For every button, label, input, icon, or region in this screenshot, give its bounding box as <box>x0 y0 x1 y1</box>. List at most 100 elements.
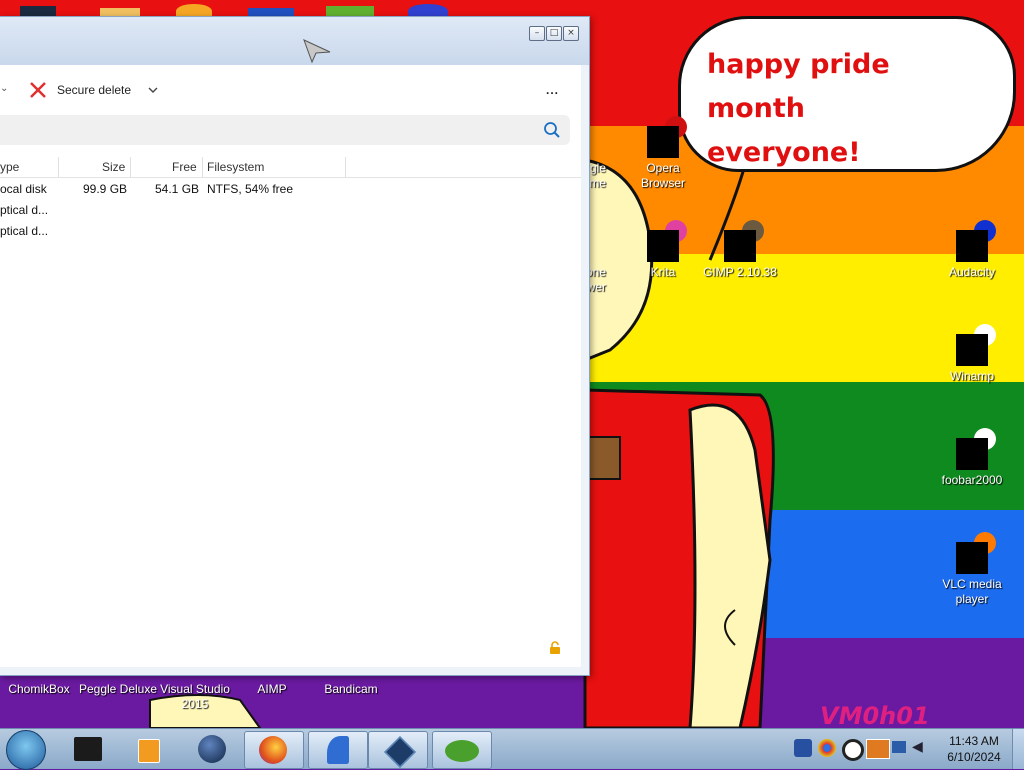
mouse-cursor <box>303 39 331 64</box>
desktop-icon-visual-studio[interactable]: Visual Studio 2015 <box>156 682 234 712</box>
tray-icon-5[interactable] <box>892 741 906 753</box>
table-row[interactable]: ptical d... <box>0 221 581 241</box>
column-header-type[interactable]: ype <box>0 160 19 174</box>
show-desktop-button[interactable] <box>1012 729 1024 769</box>
visual-studio-label-2: 2015 <box>181 697 209 711</box>
foobar2000-icon <box>956 428 996 470</box>
watermark: VM0h01 <box>820 702 930 730</box>
winamp-label: Winamp <box>949 369 994 383</box>
volume-icon[interactable]: ◀ <box>912 739 928 755</box>
secure-delete-dropdown[interactable] <box>147 79 159 101</box>
tray-icon-2[interactable] <box>818 739 836 757</box>
column-header: ype Size Free Filesystem <box>0 157 581 178</box>
desktop-icon-peggle-deluxe[interactable]: Peggle Deluxe <box>76 682 160 697</box>
desktop-icon-vlc[interactable]: VLC media player <box>937 532 1007 607</box>
desktop-icon-foobar2000[interactable]: foobar2000 <box>937 428 1007 488</box>
globe-icon <box>198 735 226 763</box>
speech-bubble-text: happy pride month everyone! <box>707 43 997 175</box>
chevron-down-icon <box>148 87 158 93</box>
taskbar-globe[interactable] <box>184 731 242 767</box>
row-size: 99.9 GB <box>83 182 128 196</box>
audacity-label: Audacity <box>948 265 996 279</box>
vlc-icon <box>956 532 996 574</box>
firefox-icon <box>259 736 287 764</box>
peggle-icon <box>445 740 479 762</box>
column-header-size[interactable]: Size <box>102 160 125 174</box>
gimp-label: GIMP 2.10.38 <box>703 265 777 279</box>
desktop-icon-winamp[interactable]: Winamp <box>937 324 1007 384</box>
red-x-icon <box>30 82 46 98</box>
taskbar-chomikbox[interactable] <box>58 731 116 767</box>
audacity-icon <box>956 220 996 262</box>
media-player-icon <box>138 739 160 763</box>
tray-icon-3[interactable] <box>842 739 864 761</box>
desktop-icon-aimp[interactable]: AIMP <box>240 682 304 697</box>
row-type: ptical d... <box>0 203 49 217</box>
peggle-deluxe-label: Peggle Deluxe <box>78 682 158 696</box>
desktop-icon-krita[interactable]: Krita <box>628 220 698 280</box>
search-input[interactable] <box>0 115 570 145</box>
desktop-icon-bandicam[interactable]: Bandicam <box>316 682 386 697</box>
toolbar-partial-chevron-icon[interactable]: ⌄ <box>0 83 8 94</box>
chomikbox-icon <box>74 737 102 761</box>
speech-line-2: everyone! <box>707 137 861 168</box>
taskbar-virtualbox[interactable] <box>368 731 428 769</box>
krita-icon <box>647 220 687 262</box>
taskbar-media-player[interactable] <box>118 731 176 767</box>
krita-label: Krita <box>650 265 676 279</box>
more-options-button[interactable]: ... <box>546 79 559 101</box>
clock-date: 6/10/2024 <box>947 750 1001 764</box>
chomikbox-label: ChomikBox <box>8 682 70 696</box>
aimp-label: AIMP <box>257 682 287 696</box>
row-type: ptical d... <box>0 224 49 238</box>
disk-manager-window[interactable]: – □ × ⌄ Secure delete ... ype Size Free … <box>0 16 590 676</box>
taskbar-peggle[interactable] <box>432 731 492 769</box>
taskbar: ◀ 11:43 AM 6/10/2024 <box>0 728 1024 770</box>
vlc-label-1: VLC media <box>942 577 1002 591</box>
column-divider[interactable] <box>202 157 203 177</box>
desktop-icon-audacity[interactable]: Audacity <box>937 220 1007 280</box>
visual-studio-label-1: Visual Studio <box>160 682 230 696</box>
row-type: ocal disk <box>0 182 47 196</box>
desktop-icon-chomikbox[interactable]: ChomikBox <box>4 682 74 697</box>
column-header-free[interactable]: Free <box>172 160 197 174</box>
tray-icon-4[interactable] <box>866 739 890 759</box>
opera-icon <box>647 116 687 158</box>
desktop-icon-gimp[interactable]: GIMP 2.10.38 <box>700 220 780 280</box>
column-divider[interactable] <box>58 157 59 177</box>
opera-label-2: Browser <box>640 176 685 190</box>
virtualbox-icon <box>384 736 416 768</box>
secure-delete-button[interactable]: Secure delete <box>28 79 131 101</box>
row-free: 54.1 GB <box>155 182 200 196</box>
column-divider[interactable] <box>130 157 131 177</box>
table-row[interactable]: ocal disk 99.9 GB 54.1 GB NTFS, 54% free <box>0 179 581 199</box>
minimize-button[interactable]: – <box>529 26 545 41</box>
table-row[interactable]: ptical d... <box>0 200 581 220</box>
row-filesystem: NTFS, 54% free <box>207 182 294 196</box>
search-icon[interactable] <box>543 121 561 139</box>
window-content: ⌄ Secure delete ... ype Size Free Filesy… <box>0 65 581 667</box>
foobar2000-label: foobar2000 <box>941 473 1003 487</box>
lock-icon[interactable] <box>548 641 562 655</box>
column-divider[interactable] <box>345 157 346 177</box>
maximize-button[interactable]: □ <box>546 26 562 41</box>
winamp-icon <box>956 324 996 366</box>
desktop-icon-opera[interactable]: Opera Browser <box>628 116 698 191</box>
opera-label-1: Opera <box>646 161 680 175</box>
secure-delete-label: Secure delete <box>57 83 132 97</box>
gimp-icon <box>724 220 764 262</box>
close-button[interactable]: × <box>563 26 579 41</box>
taskbar-firefox[interactable] <box>244 731 304 769</box>
taskbar-shark-app[interactable] <box>308 731 368 769</box>
shark-icon <box>327 736 349 764</box>
window-titlebar[interactable]: – □ × <box>0 17 589 65</box>
column-header-filesystem[interactable]: Filesystem <box>207 160 264 174</box>
vlc-label-2: player <box>955 592 989 606</box>
toolbar: ⌄ Secure delete ... <box>0 65 581 113</box>
clock-time: 11:43 AM <box>949 734 999 748</box>
tray-icon-1[interactable] <box>794 739 812 757</box>
start-button[interactable] <box>6 730 46 770</box>
clock[interactable]: 11:43 AM 6/10/2024 <box>938 733 1010 765</box>
speech-bubble: happy pride month everyone! <box>678 16 1016 172</box>
bandicam-label: Bandicam <box>324 682 378 696</box>
